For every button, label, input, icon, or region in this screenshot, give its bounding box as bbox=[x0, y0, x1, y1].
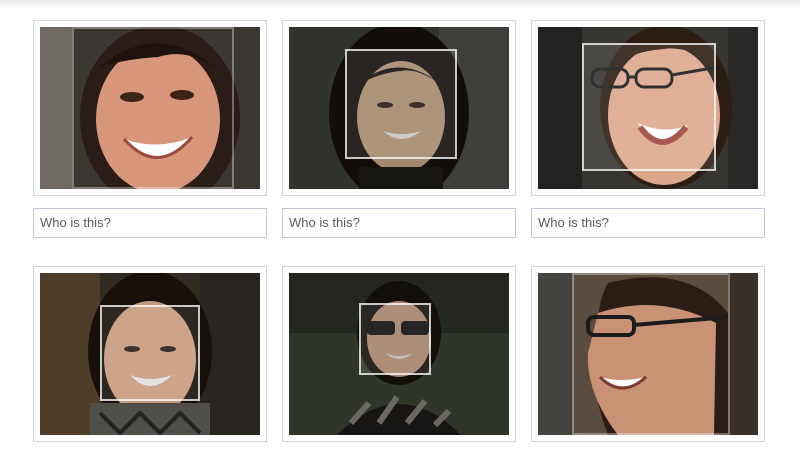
photo-card-3[interactable] bbox=[531, 20, 765, 196]
photo-4 bbox=[40, 273, 260, 435]
face-detection-box[interactable] bbox=[100, 305, 200, 401]
photo-card-4[interactable] bbox=[33, 266, 267, 442]
photo-card-2[interactable] bbox=[282, 20, 516, 196]
photo-card-6[interactable] bbox=[531, 266, 765, 442]
photo-dim-left bbox=[538, 273, 572, 435]
tag-input-1[interactable]: Who is this? bbox=[33, 208, 267, 238]
face-detection-box[interactable] bbox=[572, 273, 730, 435]
face-detection-box[interactable] bbox=[359, 303, 431, 375]
photo-3 bbox=[538, 27, 758, 189]
photo-2 bbox=[289, 27, 509, 189]
photo-5 bbox=[289, 273, 509, 435]
photo-1 bbox=[40, 27, 260, 189]
face-tagging-screen: Who is this? Who is this? Who is this? bbox=[0, 0, 800, 450]
top-edge-fade bbox=[0, 0, 800, 10]
photo-card-1[interactable] bbox=[33, 20, 267, 196]
photo-6 bbox=[538, 273, 758, 435]
tag-prompt-text: Who is this? bbox=[538, 215, 609, 230]
tag-input-3[interactable]: Who is this? bbox=[531, 208, 765, 238]
tag-input-2[interactable]: Who is this? bbox=[282, 208, 516, 238]
photo-dim-left bbox=[538, 27, 582, 189]
face-detection-box[interactable] bbox=[582, 43, 716, 171]
photo-card-5[interactable] bbox=[282, 266, 516, 442]
face-detection-box[interactable] bbox=[345, 49, 457, 159]
tag-prompt-text: Who is this? bbox=[289, 215, 360, 230]
face-detection-box[interactable] bbox=[72, 27, 234, 189]
tag-prompt-text: Who is this? bbox=[40, 215, 111, 230]
